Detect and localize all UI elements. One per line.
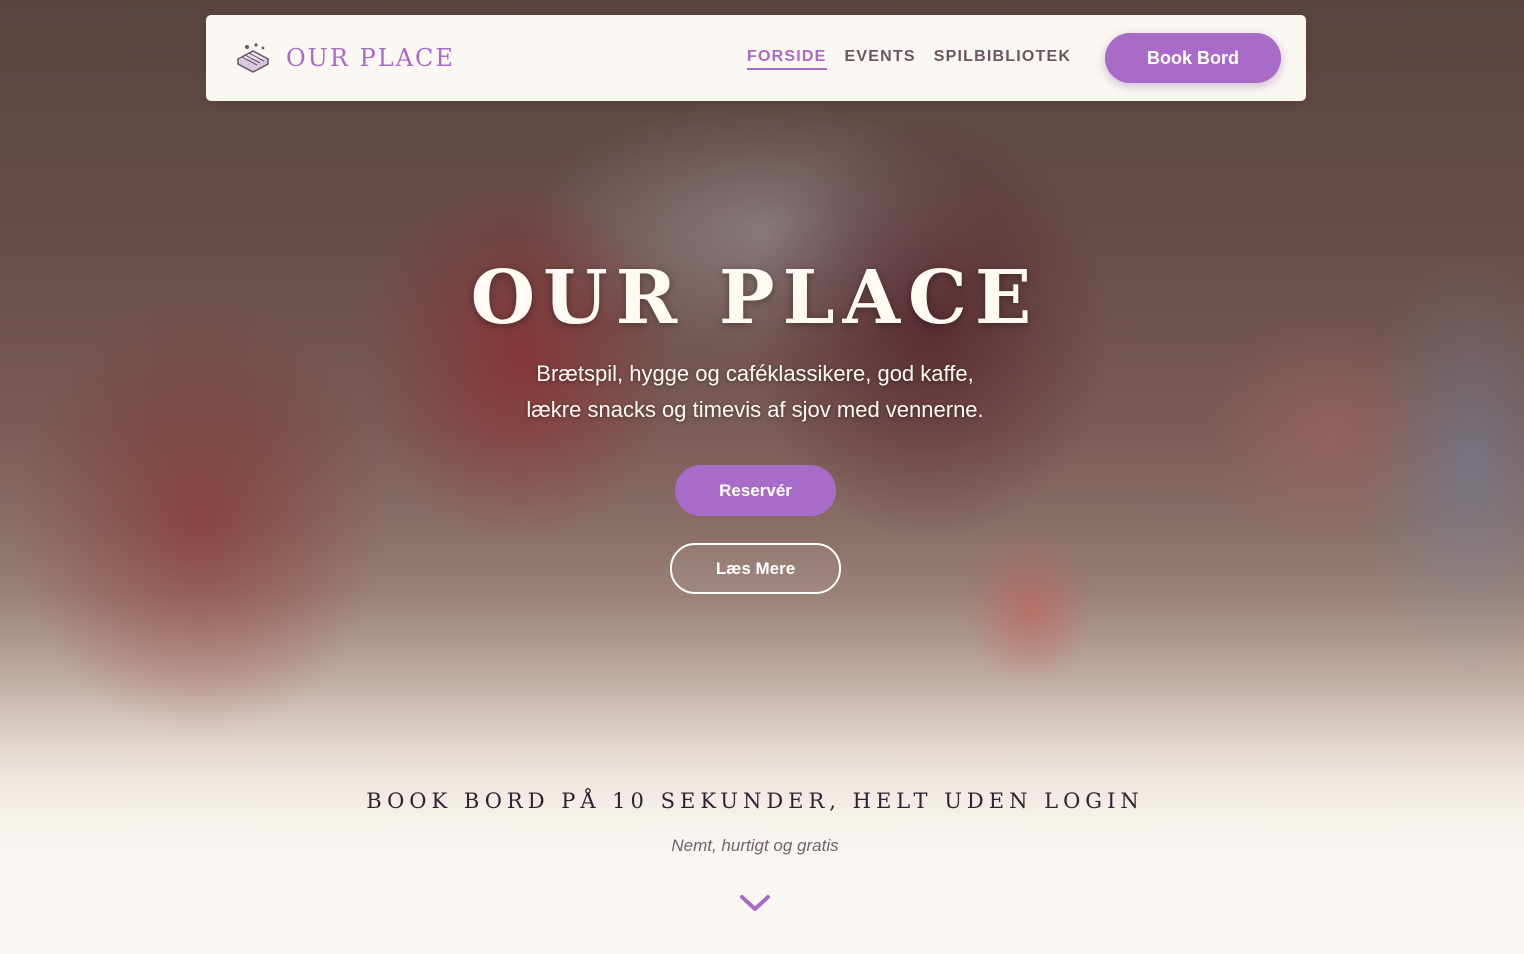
hero-title: OUR PLACE xyxy=(470,255,1040,341)
landing-page: OUR PLACE FORSIDE EVENTS SPILBIBLIOTEK B… xyxy=(0,0,1524,954)
book-bord-button[interactable]: Book Bord xyxy=(1105,33,1281,83)
hero-subtitle-line-2: lækre snacks og timevis af sjov med venn… xyxy=(526,397,984,422)
hero-subtitle-line-1: Brætspil, hygge og caféklassikere, god k… xyxy=(536,361,974,386)
nav-link-spilbibliotek[interactable]: SPILBIBLIOTEK xyxy=(934,48,1071,70)
nav-link-forside[interactable]: FORSIDE xyxy=(747,48,827,70)
brand-name: OUR PLACE xyxy=(286,44,455,72)
board-game-icon xyxy=(236,43,270,73)
nav-links: FORSIDE EVENTS SPILBIBLIOTEK xyxy=(747,48,1071,70)
read-more-button[interactable]: Læs Mere xyxy=(670,543,841,594)
top-navbar: OUR PLACE FORSIDE EVENTS SPILBIBLIOTEK B… xyxy=(206,15,1306,101)
hero-subtitle: Brætspil, hygge og caféklassikere, god k… xyxy=(455,356,1055,428)
booking-heading: BOOK BORD PÅ 10 SEKUNDER, HELT UDEN LOGI… xyxy=(366,789,1144,813)
brand-logo[interactable]: OUR PLACE xyxy=(234,41,455,75)
chevron-down-icon[interactable] xyxy=(738,892,772,914)
booking-subheading: Nemt, hurtigt og gratis xyxy=(671,836,839,855)
nav-link-events[interactable]: EVENTS xyxy=(845,48,916,70)
reserve-button[interactable]: Reservér xyxy=(675,465,836,516)
